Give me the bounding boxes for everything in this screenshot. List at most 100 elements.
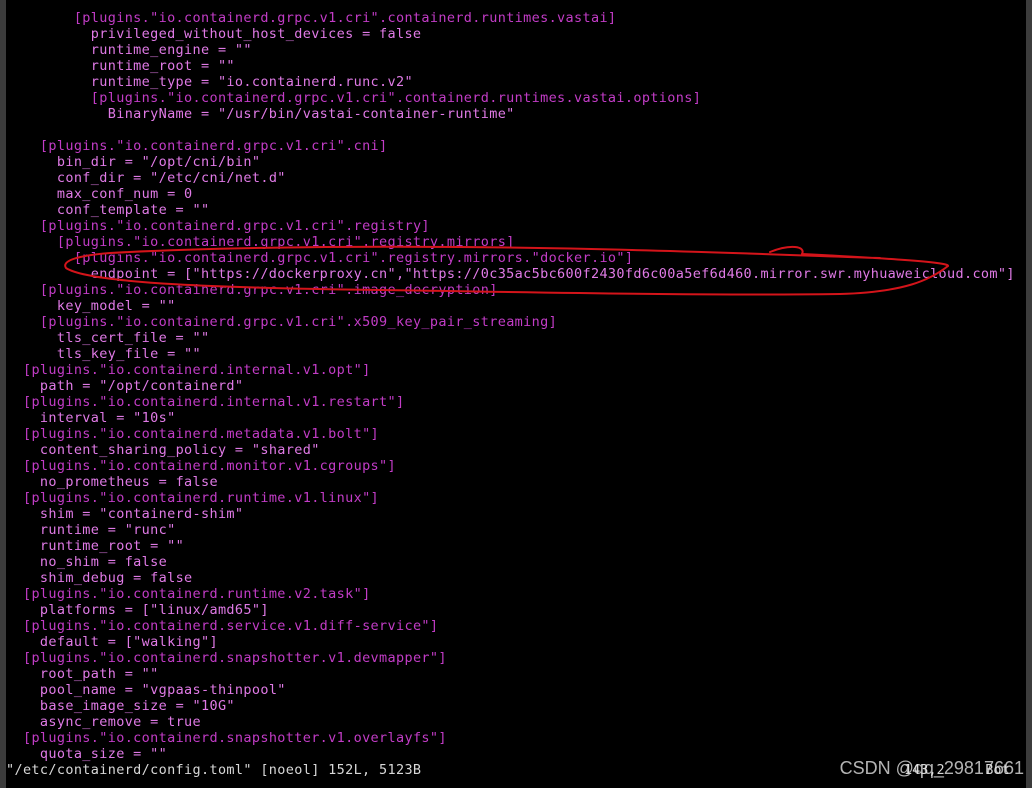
toml-section-header: [plugins."io.containerd.runtime.v2.task"… — [22, 586, 371, 602]
editor-line[interactable]: interval = "10s" — [6, 410, 1015, 426]
editor-line[interactable]: no_prometheus = false — [6, 474, 1015, 490]
toml-key-value: conf_template = "" — [56, 202, 210, 218]
editor-line[interactable]: max_conf_num = 0 — [6, 186, 1015, 202]
editor-line[interactable] — [6, 122, 1015, 138]
editor-line[interactable]: pool_name = "vgpaas-thinpool" — [6, 682, 1015, 698]
editor-line[interactable]: runtime_root = "" — [6, 58, 1015, 74]
editor-line[interactable]: [plugins."io.containerd.monitor.v1.cgrou… — [6, 458, 1015, 474]
editor-line[interactable]: endpoint = ["https://dockerproxy.cn","ht… — [6, 266, 1015, 282]
editor-line[interactable]: conf_template = "" — [6, 202, 1015, 218]
editor-line[interactable]: [plugins."io.containerd.grpc.v1.cri".reg… — [6, 234, 1015, 250]
toml-key-value: no_shim = false — [39, 554, 168, 570]
editor-line[interactable]: [plugins."io.containerd.grpc.v1.cri".reg… — [6, 250, 1015, 266]
editor-line[interactable]: [plugins."io.containerd.grpc.v1.cri".con… — [6, 10, 1015, 26]
toml-key-value: key_model = "" — [56, 298, 176, 314]
toml-key-value: default = ["walking"] — [39, 634, 218, 650]
editor-line[interactable]: [plugins."io.containerd.snapshotter.v1.o… — [6, 730, 1015, 746]
toml-section-header: [plugins."io.containerd.grpc.v1.cri".reg… — [39, 218, 430, 234]
editor-line[interactable]: path = "/opt/containerd" — [6, 378, 1015, 394]
toml-key-value: shim_debug = false — [39, 570, 193, 586]
editor-line[interactable]: bin_dir = "/opt/cni/bin" — [6, 154, 1015, 170]
terminal-viewport[interactable]: [plugins."io.containerd.grpc.v1.cri".con… — [6, 0, 1026, 788]
toml-section-header: [plugins."io.containerd.grpc.v1.cri".con… — [73, 10, 617, 26]
editor-buffer[interactable]: [plugins."io.containerd.grpc.v1.cri".con… — [6, 10, 1015, 762]
editor-line[interactable]: tls_key_file = "" — [6, 346, 1015, 362]
editor-line[interactable]: [plugins."io.containerd.grpc.v1.cri".con… — [6, 90, 1015, 106]
editor-line[interactable]: default = ["walking"] — [6, 634, 1015, 650]
toml-section-header: [plugins."io.containerd.snapshotter.v1.d… — [22, 650, 447, 666]
toml-key-value: runtime_root = "" — [90, 58, 235, 74]
editor-line[interactable]: [plugins."io.containerd.grpc.v1.cri".ima… — [6, 282, 1015, 298]
editor-line[interactable]: [plugins."io.containerd.runtime.v2.task"… — [6, 586, 1015, 602]
editor-line[interactable]: runtime_type = "io.containerd.runc.v2" — [6, 74, 1015, 90]
toml-section-header: [plugins."io.containerd.service.v1.diff-… — [22, 618, 439, 634]
editor-line[interactable]: [plugins."io.containerd.snapshotter.v1.d… — [6, 650, 1015, 666]
editor-line[interactable]: base_image_size = "10G" — [6, 698, 1015, 714]
editor-line[interactable]: no_shim = false — [6, 554, 1015, 570]
editor-line[interactable]: content_sharing_policy = "shared" — [6, 442, 1015, 458]
editor-line[interactable]: tls_cert_file = "" — [6, 330, 1015, 346]
editor-line[interactable]: root_path = "" — [6, 666, 1015, 682]
editor-line[interactable]: [plugins."io.containerd.grpc.v1.cri".reg… — [6, 218, 1015, 234]
toml-key-value: shim = "containerd-shim" — [39, 506, 244, 522]
toml-key-value: max_conf_num = 0 — [56, 186, 193, 202]
editor-line[interactable]: conf_dir = "/etc/cni/net.d" — [6, 170, 1015, 186]
toml-key-value: privileged_without_host_devices = false — [90, 26, 422, 42]
editor-line[interactable]: [plugins."io.containerd.metadata.v1.bolt… — [6, 426, 1015, 442]
toml-section-header: [plugins."io.containerd.runtime.v1.linux… — [22, 490, 380, 506]
editor-line[interactable]: shim = "containerd-shim" — [6, 506, 1015, 522]
editor-line[interactable]: [plugins."io.containerd.internal.v1.rest… — [6, 394, 1015, 410]
toml-key-value: path = "/opt/containerd" — [39, 378, 244, 394]
editor-line[interactable]: platforms = ["linux/amd65"] — [6, 602, 1015, 618]
editor-line[interactable]: runtime = "runc" — [6, 522, 1015, 538]
toml-key-value: bin_dir = "/opt/cni/bin" — [56, 154, 261, 170]
editor-line[interactable]: async_remove = true — [6, 714, 1015, 730]
editor-line[interactable]: [plugins."io.containerd.grpc.v1.cri".cni… — [6, 138, 1015, 154]
editor-line[interactable]: shim_debug = false — [6, 570, 1015, 586]
toml-key-value: runtime_type = "io.containerd.runc.v2" — [90, 74, 413, 90]
editor-line[interactable]: key_model = "" — [6, 298, 1015, 314]
editor-line[interactable]: [plugins."io.containerd.grpc.v1.cri".x50… — [6, 314, 1015, 330]
toml-key-value: pool_name = "vgpaas-thinpool" — [39, 682, 286, 698]
toml-key-value: tls_key_file = "" — [56, 346, 201, 362]
editor-line[interactable]: BinaryName = "/usr/bin/vastai-container-… — [6, 106, 1015, 122]
toml-key-value: tls_cert_file = "" — [56, 330, 210, 346]
editor-line[interactable]: [plugins."io.containerd.runtime.v1.linux… — [6, 490, 1015, 506]
editor-line[interactable]: runtime_root = "" — [6, 538, 1015, 554]
toml-key-value: quota_size = "" — [39, 746, 168, 762]
csdn-watermark: CSDN @qq_29817661 — [839, 758, 1024, 778]
editor-line[interactable]: [plugins."io.containerd.service.v1.diff-… — [6, 618, 1015, 634]
editor-line[interactable]: privileged_without_host_devices = false — [6, 26, 1015, 42]
toml-key-value: runtime = "runc" — [39, 522, 176, 538]
editor-line[interactable]: runtime_engine = "" — [6, 42, 1015, 58]
toml-key-value: no_prometheus = false — [39, 474, 218, 490]
toml-section-header: [plugins."io.containerd.grpc.v1.cri".cni… — [39, 138, 388, 154]
editor-line[interactable]: [plugins."io.containerd.internal.v1.opt"… — [6, 362, 1015, 378]
toml-key-value: content_sharing_policy = "shared" — [39, 442, 320, 458]
